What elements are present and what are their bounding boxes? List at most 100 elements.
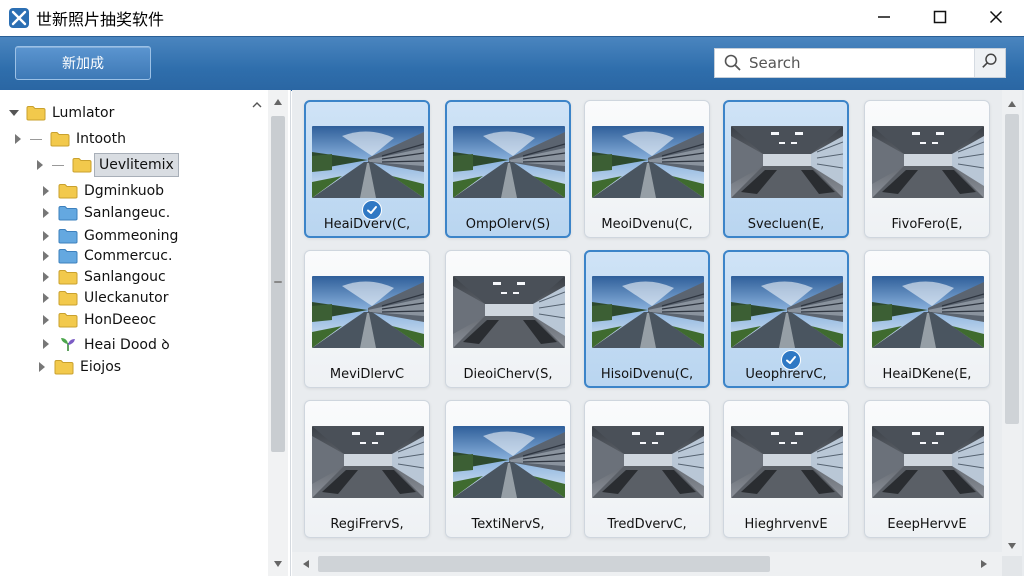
photo-tile[interactable]: DieoiCherv(S, bbox=[445, 250, 571, 388]
photo-tile[interactable]: MeoiDvenu(C, bbox=[584, 100, 710, 238]
chevron-right-icon[interactable] bbox=[40, 292, 52, 304]
tree-connector bbox=[52, 164, 64, 166]
photo-tile-label: DieoiCherv(S, bbox=[463, 367, 553, 382]
tree-item[interactable]: Dgminkuob bbox=[40, 180, 164, 202]
grid-vertical-scrollbar[interactable] bbox=[1002, 90, 1022, 556]
new-button[interactable]: 新加成 bbox=[15, 46, 151, 80]
tree-item[interactable]: Uevlitemix bbox=[34, 153, 179, 177]
tree-item-label: HonDeeoc bbox=[84, 312, 157, 328]
search-icon bbox=[723, 53, 743, 73]
scroll-down-arrow-icon[interactable] bbox=[1002, 536, 1022, 556]
minimize-button[interactable] bbox=[856, 0, 912, 36]
chevron-right-icon[interactable] bbox=[12, 133, 24, 145]
scroll-down-arrow-icon[interactable] bbox=[268, 554, 288, 574]
photo-thumbnail bbox=[872, 126, 984, 198]
search-icon bbox=[981, 52, 999, 74]
photo-tile[interactable]: HieghrvenvE bbox=[723, 400, 849, 538]
photo-tile-label: HeaiDverv(C, bbox=[323, 217, 411, 232]
chevron-right-icon[interactable] bbox=[40, 185, 52, 197]
scroll-up-arrow-icon[interactable] bbox=[268, 92, 288, 112]
grid-horizontal-scrollbar[interactable] bbox=[292, 552, 1002, 576]
tree-item[interactable]: Gommeoning bbox=[40, 225, 178, 247]
photo-tile[interactable]: HisoiDvenu(C, bbox=[584, 250, 710, 388]
photo-tile[interactable]: FivoFero(E, bbox=[864, 100, 990, 238]
folder-blue-icon bbox=[58, 228, 78, 244]
folder-icon bbox=[54, 359, 74, 375]
tree-item[interactable]: Heai Dood ꝺ bbox=[40, 333, 170, 355]
tree-scroll-thumb[interactable] bbox=[271, 116, 285, 452]
folder-blue-icon bbox=[58, 248, 78, 264]
tree-item[interactable]: Sanlangeuc. bbox=[40, 202, 170, 224]
tree-item-label: Commercuc. bbox=[84, 248, 173, 264]
photo-thumbnail bbox=[453, 126, 565, 198]
grid-horizontal-thumb[interactable] bbox=[318, 556, 770, 572]
photo-tile[interactable]: Svecluen(E, bbox=[723, 100, 849, 238]
photo-tile[interactable]: TredDvervC, bbox=[584, 400, 710, 538]
scroll-up-arrow-icon[interactable] bbox=[1002, 94, 1022, 114]
chevron-right-icon[interactable] bbox=[40, 271, 52, 283]
photo-tile[interactable]: EeepHervvE bbox=[864, 400, 990, 538]
photo-tile[interactable]: HeaiDKene(E, bbox=[864, 250, 990, 388]
tree-item[interactable]: Commercuc. bbox=[40, 245, 172, 267]
tree-scrollbar[interactable] bbox=[268, 90, 288, 576]
new-button-label: 新加成 bbox=[62, 56, 104, 72]
tree-item[interactable]: HonDeeoc bbox=[40, 309, 156, 331]
close-button[interactable] bbox=[968, 0, 1024, 36]
tree-item[interactable]: Uleckanutor bbox=[40, 287, 168, 309]
scroll-right-arrow-icon[interactable] bbox=[974, 554, 994, 574]
photo-tile[interactable]: TextiNervS, bbox=[445, 400, 571, 538]
tree-item-label: Uleckanutor bbox=[84, 290, 169, 306]
tree-item-label: Gommeoning bbox=[84, 228, 179, 244]
photo-thumbnail bbox=[731, 276, 843, 348]
search-button[interactable] bbox=[974, 49, 1005, 77]
tree-item-label: Lumlator bbox=[52, 105, 115, 121]
photo-thumbnail bbox=[592, 426, 704, 498]
maximize-icon bbox=[933, 8, 947, 29]
photo-tile-label: MeoiDvenu(C, bbox=[601, 217, 693, 232]
tree-item[interactable]: Eiojos bbox=[36, 356, 121, 378]
chevron-right-icon[interactable] bbox=[34, 159, 46, 171]
window-title: 世新照片抽奖软件 bbox=[36, 10, 165, 29]
tree-item[interactable]: Lumlator bbox=[8, 102, 114, 124]
chevron-right-icon[interactable] bbox=[40, 250, 52, 262]
photo-tile-label: HisoiDvenu(C, bbox=[600, 367, 694, 382]
minimize-icon bbox=[877, 8, 891, 29]
photo-thumbnail bbox=[872, 426, 984, 498]
photo-tile[interactable]: HeaiDverv(C, bbox=[304, 100, 430, 238]
chevron-down-icon[interactable] bbox=[8, 107, 20, 119]
tree-item-label: Sanlangouc bbox=[84, 269, 166, 285]
tree-connector bbox=[30, 138, 42, 140]
tree-item-label: Sanlangeuc. bbox=[84, 205, 171, 221]
photo-tile-label: TredDvervC, bbox=[607, 517, 687, 532]
photo-tile-label: UeophrervC, bbox=[745, 367, 827, 382]
folder-icon bbox=[58, 183, 78, 199]
tree-item-label: Heai Dood ꝺ bbox=[84, 336, 170, 353]
plant-icon bbox=[58, 336, 78, 352]
toolbar: 新加成 bbox=[0, 36, 1024, 91]
search-input[interactable] bbox=[749, 54, 974, 72]
photo-tile-label: OmpOlerv(S) bbox=[465, 217, 551, 232]
tree-item-label: Uevlitemix bbox=[94, 153, 179, 177]
chevron-right-icon[interactable] bbox=[36, 361, 48, 373]
photo-thumbnail bbox=[453, 426, 565, 498]
photo-tile[interactable]: UeophrervC, bbox=[723, 250, 849, 388]
chevron-right-icon[interactable] bbox=[40, 338, 52, 350]
photo-thumbnail bbox=[312, 126, 424, 198]
scroll-left-arrow-icon[interactable] bbox=[296, 554, 316, 574]
app-logo-icon bbox=[8, 7, 30, 29]
chevron-right-icon[interactable] bbox=[40, 314, 52, 326]
grid-vertical-thumb[interactable] bbox=[1005, 114, 1019, 424]
photo-tile[interactable]: RegiFrervS, bbox=[304, 400, 430, 538]
photo-tile[interactable]: MeviDlervC bbox=[304, 250, 430, 388]
chevron-up-icon[interactable] bbox=[250, 98, 264, 112]
tree-item[interactable]: Sanlangouc bbox=[40, 266, 166, 288]
tree-item-label: Eiojos bbox=[80, 359, 122, 375]
chevron-right-icon[interactable] bbox=[40, 207, 52, 219]
scroll-corner bbox=[1002, 556, 1022, 576]
tree-item[interactable]: Intooth bbox=[12, 128, 126, 150]
photo-tile[interactable]: OmpOlerv(S) bbox=[445, 100, 571, 238]
photo-thumbnail bbox=[312, 426, 424, 498]
chevron-right-icon[interactable] bbox=[40, 230, 52, 242]
maximize-button[interactable] bbox=[912, 0, 968, 36]
folder-icon bbox=[50, 131, 70, 147]
